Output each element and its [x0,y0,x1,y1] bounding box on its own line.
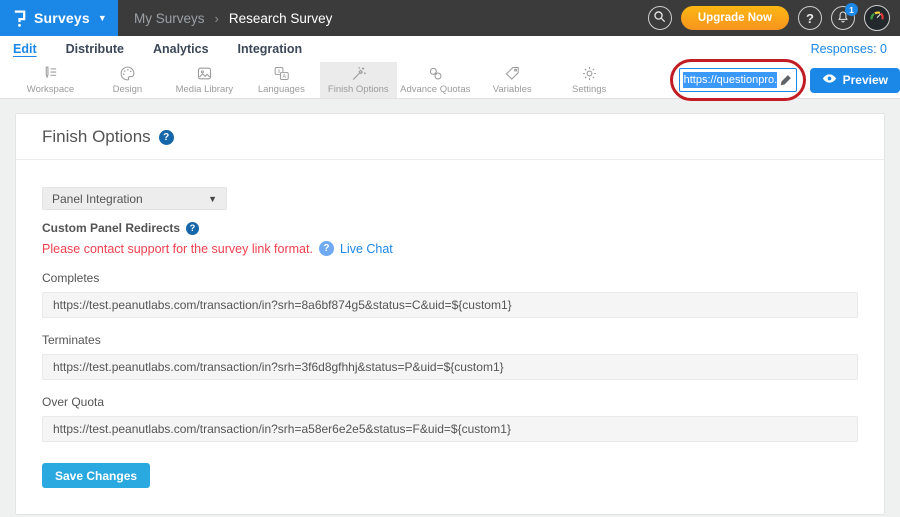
panel-integration-dropdown[interactable]: Panel Integration ▼ [42,187,227,210]
help-button[interactable]: ? [798,6,822,30]
question-mark-icon: ? [806,11,814,26]
survey-url-input[interactable]: https://questionpro.com/t/A [679,68,797,92]
toolbar-item-languages[interactable]: x̄ A Languages [243,62,320,98]
image-icon [196,65,213,82]
custom-panel-redirects-label: Custom Panel Redirects ? [42,221,858,235]
live-chat-link[interactable]: Live Chat [340,242,393,256]
workspace-icon [42,65,59,82]
redirects-help-icon[interactable]: ? [186,222,199,235]
toolbar-item-advance-quotas[interactable]: Advance Quotas [397,62,474,98]
toolbar-item-media-library[interactable]: Media Library [166,62,243,98]
completes-field-group: Completes [42,271,858,318]
questionpro-logo-icon [12,8,27,28]
eye-icon [822,73,837,87]
edit-url-pencil-icon[interactable] [780,74,792,86]
chain-links-icon [427,65,444,82]
breadcrumb-separator: › [215,11,219,26]
palette-icon [119,65,136,82]
breadcrumb-my-surveys[interactable]: My Surveys [134,11,205,26]
survey-url-container: https://questionpro.com/t/A [679,68,797,92]
terminates-url-input[interactable] [42,354,858,380]
preview-button-label: Preview [843,73,888,87]
preview-button[interactable]: Preview [810,68,900,93]
tab-edit[interactable]: Edit [13,42,37,56]
toolbar-item-settings[interactable]: Settings [551,62,628,98]
survey-url-selected-text: https://questionpro.com/t/A [683,72,777,88]
over-quota-field-group: Over Quota [42,395,858,442]
tag-icon [504,65,521,82]
gauge-avatar-icon [867,6,887,31]
over-quota-label: Over Quota [42,395,858,409]
completes-url-input[interactable] [42,292,858,318]
live-chat-icon[interactable]: ? [319,241,334,256]
over-quota-url-input[interactable] [42,416,858,442]
user-avatar[interactable] [864,5,890,31]
tab-analytics[interactable]: Analytics [153,42,209,56]
breadcrumb: My Surveys › Research Survey [134,0,332,36]
page-title: Finish Options [42,127,151,147]
svg-text:A: A [282,74,286,80]
completes-label: Completes [42,271,858,285]
magic-wand-icon [350,65,367,82]
responses-count[interactable]: Responses: 0 [811,42,887,56]
edit-toolbar: Workspace Design Media Library x̄ A [0,62,900,99]
finish-options-card: Finish Options ? Panel Integration ▼ Cus… [15,113,885,515]
toolbar-item-variables[interactable]: Variables [474,62,551,98]
survey-nav-tabs: Edit Distribute Analytics Integration Re… [0,36,900,62]
surveys-product-menu[interactable]: Surveys ▼ [0,0,118,36]
content-area: Finish Options ? Panel Integration ▼ Cus… [0,99,900,517]
upgrade-now-button[interactable]: Upgrade Now [681,6,789,30]
save-changes-button[interactable]: Save Changes [42,463,150,488]
notification-count-badge: 1 [845,3,858,16]
support-warning-text: Please contact support for the survey li… [42,242,313,256]
chevron-down-icon: ▼ [98,13,107,23]
product-menu-label: Surveys [34,10,90,26]
support-warning-row: Please contact support for the survey li… [42,241,858,256]
breadcrumb-current-survey: Research Survey [229,11,333,26]
gear-icon [581,65,598,82]
top-bar-actions: Upgrade Now ? 1 [648,0,900,36]
toolbar-item-workspace[interactable]: Workspace [12,62,89,98]
toolbar-item-design[interactable]: Design [89,62,166,98]
top-bar: Surveys ▼ My Surveys › Research Survey U… [0,0,900,36]
translate-icon: x̄ A [273,65,290,82]
dropdown-selected-value: Panel Integration [52,192,143,206]
tab-distribute[interactable]: Distribute [66,42,124,56]
tab-integration[interactable]: Integration [238,42,303,56]
chevron-down-icon: ▼ [208,194,217,204]
terminates-field-group: Terminates [42,333,858,380]
card-header: Finish Options ? [16,114,884,160]
card-body: Panel Integration ▼ Custom Panel Redirec… [16,160,884,514]
search-icon [653,10,666,26]
toolbar-item-finish-options[interactable]: Finish Options [320,62,397,98]
notifications-button[interactable]: 1 [831,6,855,30]
terminates-label: Terminates [42,333,858,347]
search-button[interactable] [648,6,672,30]
finish-options-help-icon[interactable]: ? [159,130,174,145]
